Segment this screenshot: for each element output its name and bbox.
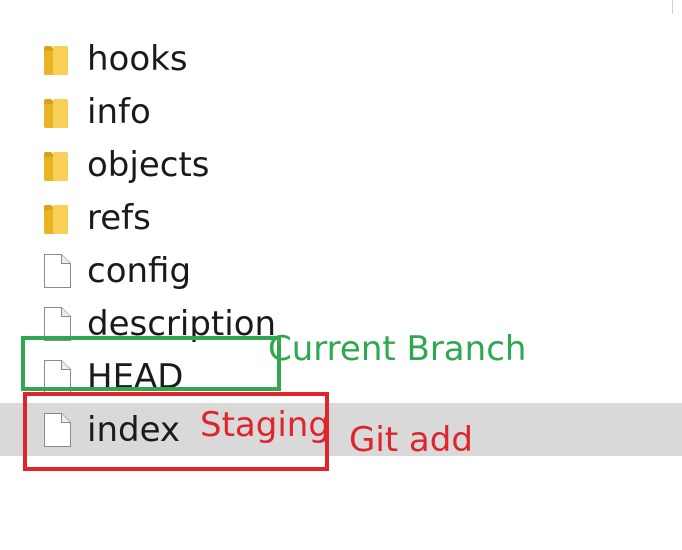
folder-icon — [44, 46, 68, 75]
folder-icon — [44, 205, 68, 234]
folder-icon — [44, 99, 68, 128]
item-label: config — [87, 251, 192, 291]
folder-icon — [44, 152, 68, 181]
staging-annotation: Staging — [200, 405, 330, 445]
item-label: info — [87, 92, 151, 132]
current-branch-highlight-box — [21, 336, 281, 391]
window-edge-mark — [672, 0, 673, 14]
item-label: objects — [87, 145, 210, 185]
item-label: refs — [87, 198, 151, 238]
list-item-refs[interactable]: refs — [0, 191, 682, 244]
list-item-objects[interactable]: objects — [0, 138, 682, 191]
file-icon — [44, 254, 71, 288]
list-item-hooks[interactable]: hooks — [0, 32, 682, 85]
list-item-config[interactable]: config — [0, 244, 682, 297]
list-item-info[interactable]: info — [0, 85, 682, 138]
git-add-annotation: Git add — [349, 420, 473, 460]
item-label: hooks — [87, 39, 188, 79]
current-branch-annotation: Current Branch — [268, 329, 527, 369]
